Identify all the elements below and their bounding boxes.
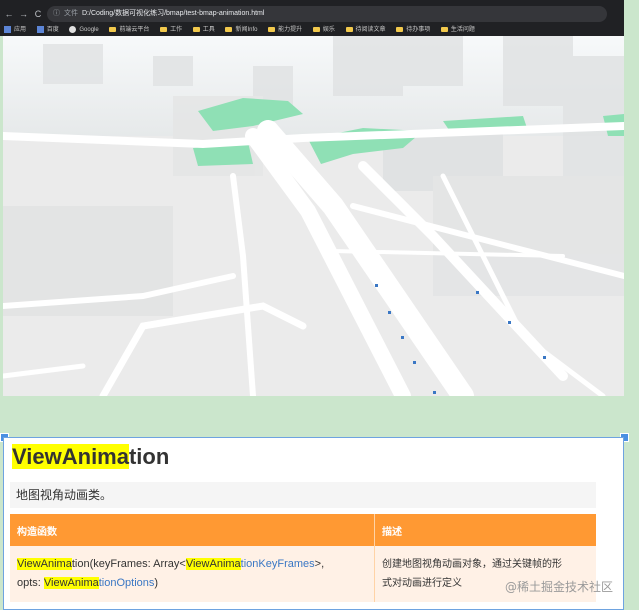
folder-icon <box>440 26 448 32</box>
bookmark-label: 工作 <box>170 27 183 33</box>
page-title: ViewAnimation <box>12 444 169 470</box>
bookmark-folder[interactable]: 能力提升 <box>268 24 302 33</box>
sig-text: ) <box>154 577 159 589</box>
bookmarks-bar: 应用 百度 Google 前端云平台 工作 工具 新闻Info 能力提升 娱乐 … <box>4 24 484 34</box>
bookmark-folder[interactable]: 待办事项 <box>396 24 430 33</box>
sig-text: tion(keyFrames: Array< <box>71 558 186 570</box>
bookmark-folder[interactable]: 娱乐 <box>312 24 335 33</box>
folder-icon <box>312 26 320 32</box>
sig-highlight[interactable]: ViewAnima <box>43 577 99 589</box>
bookmark-folder[interactable]: 前端云平台 <box>109 24 149 33</box>
back-icon[interactable]: ← <box>4 9 14 19</box>
bookmark-folder[interactable]: 工具 <box>192 24 215 33</box>
apps-icon <box>4 25 11 33</box>
bookmark-label: 百度 <box>46 27 59 33</box>
url-label: 文件 <box>64 10 78 17</box>
watermark: @稀土掘金技术社区 <box>504 580 613 594</box>
header-description: 描述 <box>374 514 596 546</box>
bookmark-label: 待办事项 <box>406 27 431 33</box>
baidu-icon <box>36 25 44 33</box>
bookmark-apps[interactable]: 应用 <box>4 24 26 33</box>
bookmark-label: 待阅读文章 <box>355 27 386 33</box>
bookmark-label: 工具 <box>202 27 215 33</box>
bookmark-label: Google <box>79 27 99 33</box>
folder-icon <box>192 26 200 32</box>
title-highlight: ViewAnima <box>12 444 129 469</box>
map-view[interactable] <box>3 36 624 396</box>
folder-icon <box>225 26 233 32</box>
bookmark-google[interactable]: Google <box>69 25 99 33</box>
bookmark-label: 前端云平台 <box>119 27 150 33</box>
keyframes-link[interactable]: tionKeyFrames <box>241 558 315 570</box>
table-header-row: 构造函数 描述 <box>10 514 596 546</box>
folder-icon <box>160 26 168 32</box>
reload-icon[interactable]: C <box>33 9 43 19</box>
bookmark-folder[interactable]: 新闻Info <box>225 24 257 33</box>
sig-text: opts: <box>17 577 44 589</box>
title-rest: tion <box>128 444 170 469</box>
sig-text: >, <box>314 558 325 570</box>
bookmark-label: 娱乐 <box>322 27 335 33</box>
bookmark-folder[interactable]: 待阅读文章 <box>345 24 386 33</box>
google-icon <box>69 25 77 33</box>
bookmark-folder[interactable]: 生活问题 <box>440 24 475 33</box>
class-description: 地图视角动画类。 <box>10 482 596 508</box>
url-text[interactable]: D:/Coding/数据可视化练习/bmap/test-bmap-animati… <box>82 10 264 17</box>
desc-line: 创建地图视角动画对象，通过关键帧的形 <box>382 559 562 570</box>
bookmark-folder[interactable]: 工作 <box>160 24 182 33</box>
folder-icon <box>345 26 353 32</box>
options-link[interactable]: tionOptions <box>99 577 155 589</box>
bookmark-baidu[interactable]: 百度 <box>36 24 59 33</box>
info-icon[interactable]: ⓘ <box>53 10 60 17</box>
folder-icon <box>268 26 276 32</box>
bookmark-label: 生活问题 <box>450 27 475 33</box>
header-constructor: 构造函数 <box>10 514 375 546</box>
constructor-signature: ViewAnimation(keyFrames: Array<ViewAnima… <box>10 546 375 602</box>
bookmark-label: 能力提升 <box>278 27 303 33</box>
folder-icon <box>109 26 117 32</box>
bookmark-label: 新闻Info <box>235 27 258 33</box>
address-bar[interactable]: ⓘ 文件 D:/Coding/数据可视化练习/bmap/test-bmap-anim… <box>47 6 607 22</box>
sig-highlight: ViewAnima <box>17 558 72 570</box>
folder-icon <box>396 26 404 32</box>
sig-highlight[interactable]: ViewAnima <box>185 558 241 570</box>
map-canvas[interactable] <box>3 36 624 396</box>
forward-icon[interactable]: → <box>19 9 29 19</box>
bookmark-label: 应用 <box>14 27 27 33</box>
browser-chrome: ← → C ⓘ 文件 D:/Coding/数据可视化练习/bmap/test-bma… <box>0 0 624 36</box>
desc-line: 式对动画进行定义 <box>382 578 462 589</box>
browser-nav: ← → C <box>4 9 45 19</box>
